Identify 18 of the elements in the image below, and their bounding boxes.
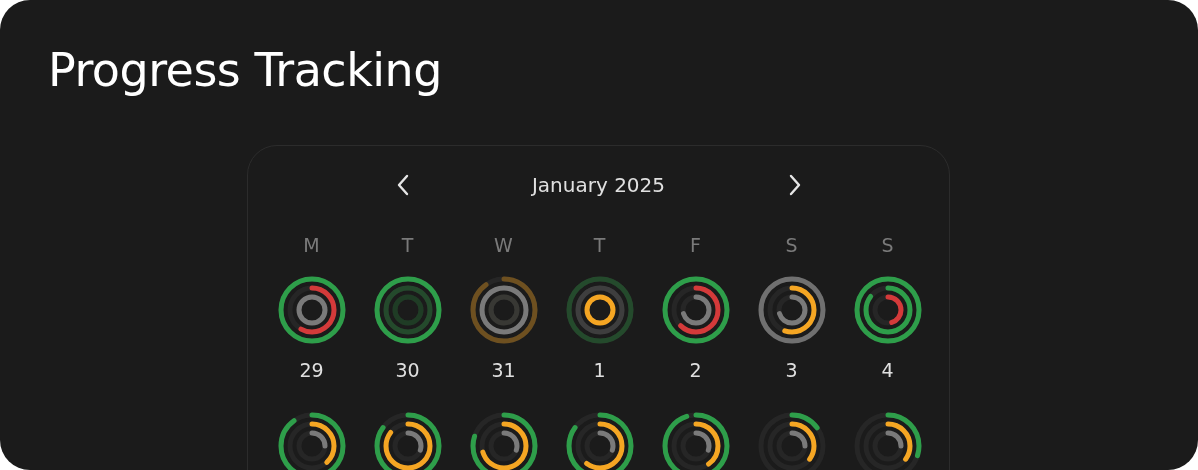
- chevron-left-icon: [395, 174, 410, 196]
- weekday-label: W: [493, 234, 514, 256]
- date-number: 30: [395, 359, 420, 381]
- date-number: 1: [593, 359, 606, 381]
- weekday-label: F: [689, 234, 702, 256]
- chevron-right-icon: [787, 174, 802, 196]
- weekday-label: S: [784, 234, 799, 256]
- date-number: 2: [689, 359, 702, 381]
- weekday-label: M: [302, 234, 321, 256]
- page-title: Progress Tracking: [48, 42, 443, 99]
- date-number: 31: [491, 359, 516, 381]
- date-number: 3: [785, 359, 798, 381]
- month-label: January 2025: [530, 173, 667, 197]
- weekday-label: T: [592, 234, 607, 256]
- date-number: 29: [299, 359, 324, 381]
- weekday-label: S: [880, 234, 895, 256]
- date-number: 4: [881, 359, 894, 381]
- weekday-label: T: [400, 234, 415, 256]
